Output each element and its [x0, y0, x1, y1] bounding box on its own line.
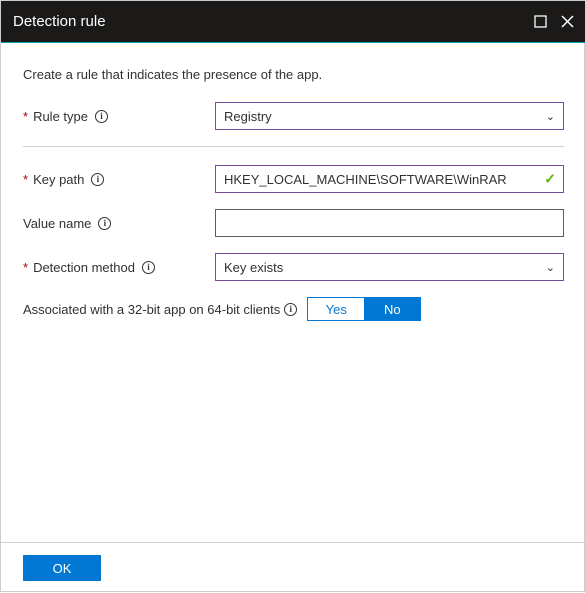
- toggle-no[interactable]: No: [364, 298, 420, 320]
- toggle-group: Yes No: [307, 297, 421, 321]
- required-indicator: *: [23, 172, 28, 187]
- associated-row: Associated with a 32-bit app on 64-bit c…: [23, 297, 564, 321]
- dialog-title: Detection rule: [13, 13, 106, 30]
- key-path-input[interactable]: [215, 165, 564, 193]
- key-path-row: * Key path i ✓: [23, 165, 564, 193]
- chevron-down-icon: ⌄: [546, 110, 555, 123]
- associated-label: Associated with a 32-bit app on 64-bit c…: [23, 302, 280, 317]
- select-value: Key exists: [224, 260, 283, 275]
- detection-method-select[interactable]: Key exists ⌄: [215, 253, 564, 281]
- info-icon[interactable]: i: [91, 173, 104, 186]
- divider: [23, 146, 564, 147]
- value-name-input[interactable]: [215, 209, 564, 237]
- required-indicator: *: [23, 109, 28, 124]
- required-indicator: *: [23, 260, 28, 275]
- window-controls: [534, 15, 574, 28]
- close-icon[interactable]: [561, 15, 574, 28]
- detection-method-row: * Detection method i Key exists ⌄: [23, 253, 564, 281]
- description-text: Create a rule that indicates the presenc…: [23, 67, 564, 82]
- detection-method-label: * Detection method i: [23, 260, 215, 275]
- content-area: Create a rule that indicates the presenc…: [1, 43, 585, 321]
- select-value: Registry: [224, 109, 272, 124]
- info-icon[interactable]: i: [95, 110, 108, 123]
- toggle-yes[interactable]: Yes: [308, 298, 364, 320]
- info-icon[interactable]: i: [98, 217, 111, 230]
- label-text: Value name: [23, 216, 91, 231]
- rule-type-row: * Rule type i Registry ⌄: [23, 102, 564, 130]
- label-text: Key path: [33, 172, 84, 187]
- footer: OK: [1, 542, 585, 593]
- info-icon[interactable]: i: [284, 303, 297, 316]
- rule-type-select[interactable]: Registry ⌄: [215, 102, 564, 130]
- titlebar: Detection rule: [1, 1, 585, 43]
- info-icon[interactable]: i: [142, 261, 155, 274]
- label-text: Detection method: [33, 260, 135, 275]
- label-text: Rule type: [33, 109, 88, 124]
- value-name-label: Value name i: [23, 216, 215, 231]
- checkmark-icon: ✓: [544, 171, 556, 188]
- maximize-icon[interactable]: [534, 15, 547, 28]
- key-path-label: * Key path i: [23, 172, 215, 187]
- ok-button[interactable]: OK: [23, 555, 101, 581]
- chevron-down-icon: ⌄: [546, 261, 555, 274]
- value-name-row: Value name i: [23, 209, 564, 237]
- rule-type-label: * Rule type i: [23, 109, 215, 124]
